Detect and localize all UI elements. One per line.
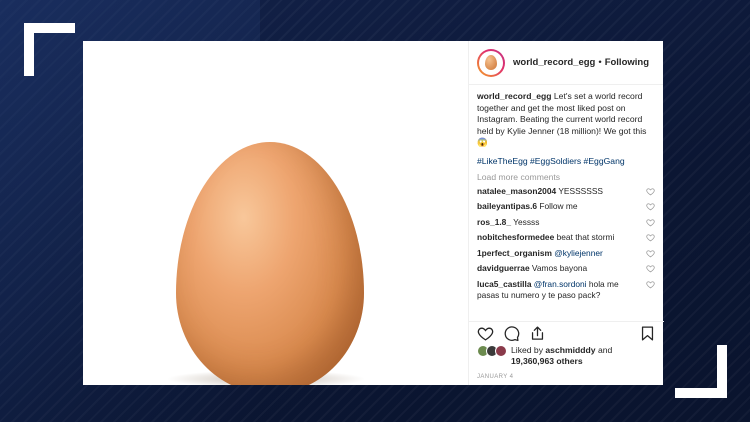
- comment-row: 1perfect_organism @kyliejenner: [477, 248, 655, 259]
- instagram-post: world_record_egg • Following world_record_…: [83, 41, 664, 385]
- comment-row: davidguerrae Vamos bayona: [477, 263, 655, 274]
- separator-dot: •: [598, 57, 602, 68]
- liked-by: Liked by aschmidddy and 19,360,963 other…: [477, 345, 612, 367]
- comment-text: YESSSSSS: [556, 185, 604, 196]
- comment-row: ros_1.8_ Yessss: [477, 217, 655, 228]
- comment-text: Follow me: [537, 201, 578, 211]
- heart-icon[interactable]: [646, 233, 655, 242]
- like-count[interactable]: 19,360,963 others: [511, 356, 583, 366]
- comment-username[interactable]: 1perfect_organism: [477, 248, 552, 258]
- caption: world_record_egg Let's set a world recor…: [477, 91, 655, 149]
- liked-and: and: [595, 345, 613, 355]
- comment-username[interactable]: luca5_castilla: [477, 279, 531, 289]
- comment-username[interactable]: ros_1.8_: [477, 217, 511, 227]
- post-date: JANUARY 4: [477, 374, 514, 380]
- comment-row: luca5_castilla @fran.sordoni hola me pas…: [477, 279, 655, 301]
- corner-bracket-top-left: [24, 23, 75, 76]
- comment-icon[interactable]: [503, 325, 520, 342]
- post-header: world_record_egg • Following: [469, 41, 663, 85]
- comment-mention[interactable]: @kyliejenner: [552, 248, 603, 258]
- comment-username[interactable]: nobitchesformedee: [477, 232, 554, 242]
- heart-icon[interactable]: [646, 280, 655, 289]
- post-photo[interactable]: [83, 41, 468, 385]
- liked-username[interactable]: aschmidddy: [545, 345, 595, 355]
- share-icon[interactable]: [529, 325, 546, 342]
- comment-username[interactable]: davidguerrae: [477, 263, 530, 273]
- heart-icon[interactable]: [646, 264, 655, 273]
- avatar[interactable]: [477, 48, 505, 77]
- comment-text: Vamos bayona: [529, 263, 588, 273]
- egg-image: [176, 142, 364, 385]
- caption-username[interactable]: world_record_egg: [477, 91, 552, 101]
- bookmark-icon[interactable]: [639, 325, 656, 342]
- comment-username[interactable]: natalee_mason2004: [477, 186, 556, 196]
- following-button[interactable]: Following: [605, 57, 649, 68]
- liker-avatars: [477, 345, 507, 357]
- heart-icon[interactable]: [646, 202, 655, 211]
- comment-text: beat that stormi: [554, 232, 615, 242]
- load-more-comments[interactable]: Load more comments: [477, 172, 655, 182]
- comment-text: Yessss: [511, 216, 540, 227]
- heart-icon[interactable]: [477, 325, 494, 342]
- comment-list: natalee_mason2004 YESSSSSS baileyantipas…: [477, 186, 655, 301]
- action-bar: [469, 321, 664, 345]
- avatar: [495, 345, 507, 357]
- header-username[interactable]: world_record_egg: [513, 57, 595, 68]
- heart-icon[interactable]: [646, 249, 655, 258]
- heart-icon[interactable]: [646, 218, 655, 227]
- post-sidebar: world_record_egg • Following world_record_…: [468, 41, 664, 385]
- egg-avatar-icon: [485, 55, 497, 70]
- heart-icon[interactable]: [646, 187, 655, 196]
- liked-prefix: Liked by: [511, 345, 546, 355]
- corner-bracket-bottom-right: [675, 345, 727, 398]
- comment-row: nobitchesformedee beat that stormi: [477, 232, 655, 243]
- comment-row: natalee_mason2004 YESSSSSS: [477, 186, 655, 197]
- comment-mention[interactable]: @fran.sordoni: [531, 279, 587, 289]
- hashtags[interactable]: #LikeTheEgg #EggSoldiers #EggGang: [477, 156, 655, 166]
- comment-row: baileyantipas.6 Follow me: [477, 201, 655, 212]
- comment-username[interactable]: baileyantipas.6: [477, 201, 537, 211]
